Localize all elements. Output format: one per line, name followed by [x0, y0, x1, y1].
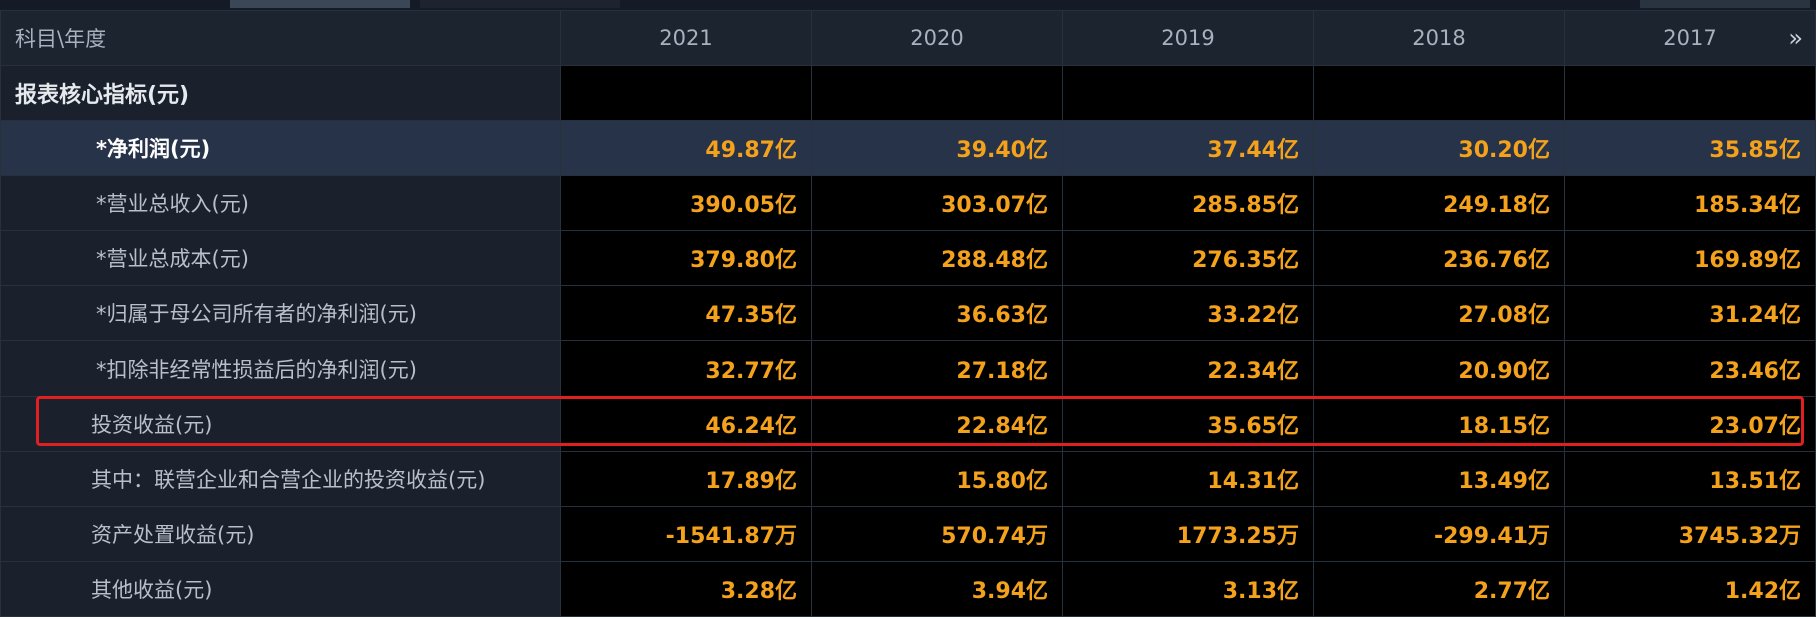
row-label: 投资收益(元): [0, 395, 561, 452]
value-cell: 3.28亿: [560, 560, 812, 617]
value-cell: 22.34亿: [1062, 340, 1314, 397]
value-cell: 23.07亿: [1564, 395, 1816, 452]
value-cell: 31.24亿: [1564, 285, 1816, 342]
year-header-2017[interactable]: 2017 »: [1564, 9, 1816, 67]
value-cell: 35.85亿: [1564, 120, 1816, 177]
section-empty-cell: [811, 65, 1063, 122]
value-cell: 18.15亿: [1313, 395, 1565, 452]
value-cell: 236.76亿: [1313, 230, 1565, 287]
tab-inactive[interactable]: [420, 0, 620, 8]
value-cell: 1.42亿: [1564, 560, 1816, 617]
table-row-asset-disposal-income[interactable]: 资产处置收益(元) -1541.87万 570.74万 1773.25万 -29…: [0, 505, 1816, 562]
value-cell: 30.20亿: [1313, 120, 1565, 177]
row-label: *营业总成本(元): [0, 230, 561, 287]
row-label: 其他收益(元): [0, 560, 561, 617]
value-cell: 36.63亿: [811, 285, 1063, 342]
value-cell: 47.35亿: [560, 285, 812, 342]
value-cell: 20.90亿: [1313, 340, 1565, 397]
value-cell: 22.84亿: [811, 395, 1063, 452]
value-cell: 35.65亿: [1062, 395, 1314, 452]
table-row-investment-income[interactable]: 投资收益(元) 46.24亿 22.84亿 35.65亿 18.15亿 23.0…: [0, 395, 1816, 452]
tab-active[interactable]: [230, 0, 410, 8]
row-label: *扣除非经常性损益后的净利润(元): [0, 340, 561, 397]
double-chevron-right-icon[interactable]: »: [1788, 24, 1803, 52]
value-cell: 390.05亿: [560, 175, 812, 232]
financial-indicator-table: 科目\年度 2021 2020 2019 2018 2017 » 报表核心指标(…: [0, 9, 1816, 617]
value-cell: 39.40亿: [811, 120, 1063, 177]
value-cell: -299.41万: [1313, 505, 1565, 562]
value-cell: 14.31亿: [1062, 450, 1314, 507]
value-cell: 288.48亿: [811, 230, 1063, 287]
value-cell: 185.34亿: [1564, 175, 1816, 232]
value-cell: 379.80亿: [560, 230, 812, 287]
section-empty-cell: [1564, 65, 1816, 122]
section-title: 报表核心指标(元): [0, 65, 561, 122]
table-row-total-revenue[interactable]: *营业总收入(元) 390.05亿 303.07亿 285.85亿 249.18…: [0, 175, 1816, 232]
year-header-2017-label: 2017: [1663, 26, 1717, 51]
table-row-parent-net-profit[interactable]: *归属于母公司所有者的净利润(元) 47.35亿 36.63亿 33.22亿 2…: [0, 285, 1816, 342]
table-row-net-profit[interactable]: *净利润(元) 49.87亿 39.40亿 37.44亿 30.20亿 35.8…: [0, 120, 1816, 177]
value-cell: 1773.25万: [1062, 505, 1314, 562]
value-cell: 570.74万: [811, 505, 1063, 562]
section-empty-cell: [560, 65, 812, 122]
section-row: 报表核心指标(元): [0, 65, 1816, 122]
value-cell: 46.24亿: [560, 395, 812, 452]
financial-data-screen: 科目\年度 2021 2020 2019 2018 2017 » 报表核心指标(…: [0, 0, 1816, 617]
row-label: 资产处置收益(元): [0, 505, 561, 562]
table-row-deducted-net-profit[interactable]: *扣除非经常性损益后的净利润(元) 32.77亿 27.18亿 22.34亿 2…: [0, 340, 1816, 397]
value-cell: -1541.87万: [560, 505, 812, 562]
value-cell: 13.49亿: [1313, 450, 1565, 507]
tab-strip: [0, 0, 1816, 10]
value-cell: 32.77亿: [560, 340, 812, 397]
value-cell: 276.35亿: [1062, 230, 1314, 287]
value-cell: 13.51亿: [1564, 450, 1816, 507]
value-cell: 33.22亿: [1062, 285, 1314, 342]
year-header-2018[interactable]: 2018: [1313, 9, 1565, 67]
value-cell: 49.87亿: [560, 120, 812, 177]
row-label: *归属于母公司所有者的净利润(元): [0, 285, 561, 342]
value-cell: 27.08亿: [1313, 285, 1565, 342]
section-empty-cell: [1313, 65, 1565, 122]
value-cell: 3.13亿: [1062, 560, 1314, 617]
value-cell: 23.46亿: [1564, 340, 1816, 397]
tab-right[interactable]: [1640, 0, 1810, 8]
year-header-2019[interactable]: 2019: [1062, 9, 1314, 67]
row-label: 其中：联营企业和合营企业的投资收益(元): [0, 450, 561, 507]
value-cell: 2.77亿: [1313, 560, 1565, 617]
table-row-other-income[interactable]: 其他收益(元) 3.28亿 3.94亿 3.13亿 2.77亿 1.42亿: [0, 560, 1816, 617]
year-header-2020[interactable]: 2020: [811, 9, 1063, 67]
header-label-cell: 科目\年度: [0, 9, 561, 67]
table-header-row: 科目\年度 2021 2020 2019 2018 2017 »: [0, 9, 1816, 67]
year-header-2021[interactable]: 2021: [560, 9, 812, 67]
row-label: *营业总收入(元): [0, 175, 561, 232]
value-cell: 285.85亿: [1062, 175, 1314, 232]
value-cell: 17.89亿: [560, 450, 812, 507]
value-cell: 169.89亿: [1564, 230, 1816, 287]
value-cell: 15.80亿: [811, 450, 1063, 507]
row-label: *净利润(元): [0, 120, 561, 177]
value-cell: 37.44亿: [1062, 120, 1314, 177]
table-row-jv-investment-income[interactable]: 其中：联营企业和合营企业的投资收益(元) 17.89亿 15.80亿 14.31…: [0, 450, 1816, 507]
section-empty-cell: [1062, 65, 1314, 122]
value-cell: 249.18亿: [1313, 175, 1565, 232]
table-row-total-cost[interactable]: *营业总成本(元) 379.80亿 288.48亿 276.35亿 236.76…: [0, 230, 1816, 287]
value-cell: 27.18亿: [811, 340, 1063, 397]
value-cell: 303.07亿: [811, 175, 1063, 232]
value-cell: 3745.32万: [1564, 505, 1816, 562]
value-cell: 3.94亿: [811, 560, 1063, 617]
